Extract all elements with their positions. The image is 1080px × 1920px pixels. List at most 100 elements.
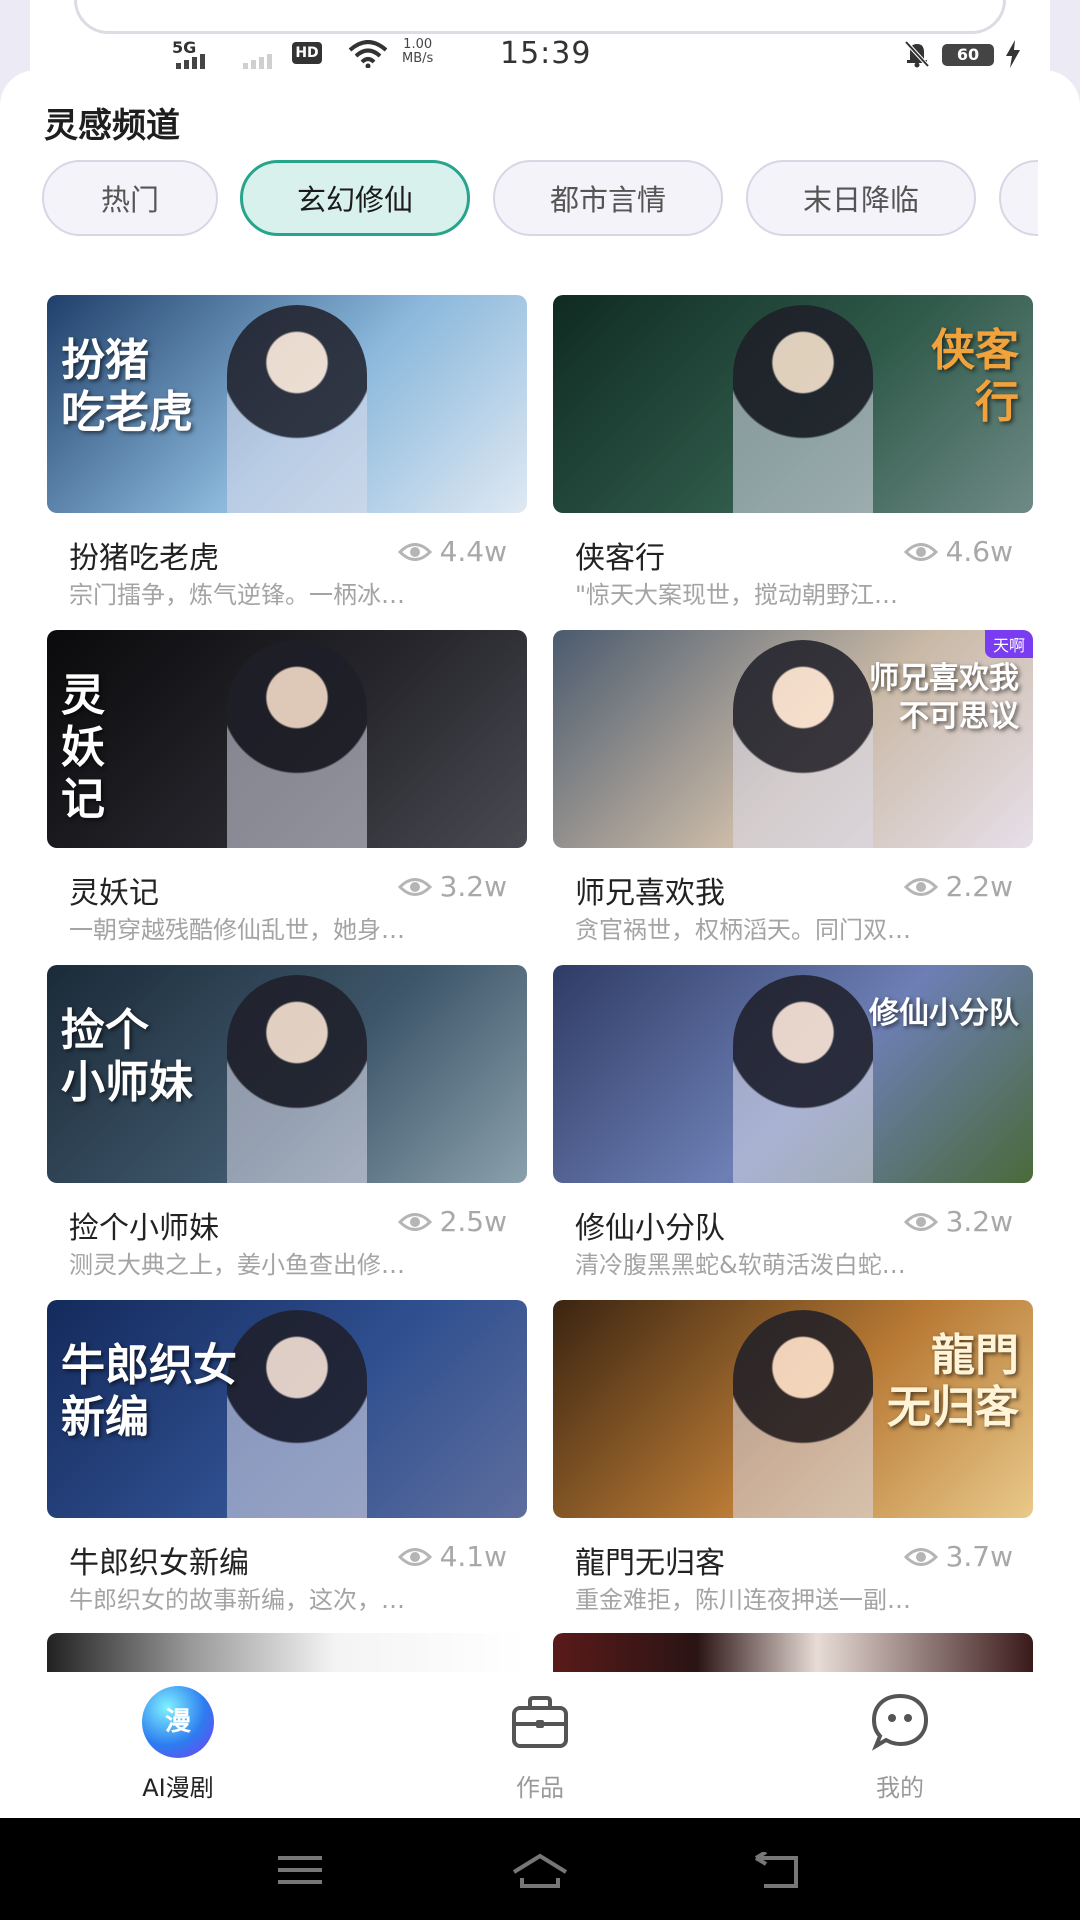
story-thumbnail[interactable]: 修仙小分队: [553, 965, 1033, 1183]
view-count: 2.2w: [903, 870, 1013, 903]
story-thumbnail[interactable]: 师兄喜欢我 不可思议 天啊: [553, 630, 1033, 848]
story-title: 师兄喜欢我: [575, 876, 725, 911]
thumbnail-title-art: 修仙小分队: [869, 996, 1019, 1031]
view-count-value: 3.7w: [945, 1540, 1013, 1573]
story-thumbnail[interactable]: 捡个 小师妹: [47, 965, 527, 1183]
view-count: 3.2w: [397, 870, 507, 903]
story-description: 一朝穿越残酷修仙乱世，她身…: [69, 916, 405, 944]
view-count: 3.2w: [903, 1205, 1013, 1238]
story-title: 修仙小分队: [575, 1211, 725, 1246]
view-count-value: 2.5w: [439, 1205, 507, 1238]
character-art: [733, 1310, 873, 1518]
story-thumbnail[interactable]: 牛郎织女 新编: [47, 1300, 527, 1518]
story-card[interactable]: 龍門 无归客龍門无归客 3.7w 重金难拒，陈川连夜押送一副…: [553, 1300, 1033, 1620]
hd-icon: HD: [292, 42, 322, 64]
eye-icon: [397, 1547, 432, 1566]
thumbnail-title-art: 牛郎织女 新编: [61, 1340, 237, 1443]
story-thumbnail[interactable]: 扮猪 吃老虎: [47, 295, 527, 513]
story-card[interactable]: 牛郎织女 新编 牛郎织女新编 4.1w 牛郎织女的故事新编，这次，…: [47, 1300, 527, 1620]
story-description: 重金难拒，陈川连夜押送一副…: [575, 1586, 911, 1614]
view-count: 4.6w: [903, 535, 1013, 568]
chat-face-icon: [800, 1686, 1000, 1758]
network-speed-unit: MB/s: [402, 51, 434, 66]
home-icon[interactable]: [510, 1852, 570, 1892]
story-card[interactable]: 扮猪 吃老虎 扮猪吃老虎 4.4w 宗门擂争，炼气逆锋。一柄冰…: [47, 295, 527, 615]
thumbnail-title-art: 龍門 无归客: [887, 1330, 1019, 1433]
view-count-value: 4.6w: [945, 535, 1013, 568]
story-thumbnail-peek: [47, 1633, 527, 1673]
back-icon[interactable]: [752, 1852, 804, 1892]
story-card[interactable]: 捡个 小师妹捡个小师妹 2.5w 测灵大典之上，姜小鱼查出修…: [47, 965, 527, 1285]
story-title: 侠客行: [575, 541, 665, 576]
bottom-navigation: 漫 AI漫剧 作品 我的: [0, 1672, 1080, 1818]
story-card[interactable]: 侠客 行侠客行 4.6w "惊天大案现世，搅动朝野江…: [553, 295, 1033, 615]
thumbnail-title-art: 师兄喜欢我 不可思议: [869, 661, 1019, 734]
category-tabs: 热门 玄幻修仙 都市言情 末日降临: [42, 160, 1038, 238]
story-description: 清冷腹黑黑蛇&软萌活泼白蛇…: [575, 1251, 906, 1279]
eye-icon: [397, 1212, 432, 1231]
story-description: 牛郎织女的故事新编，这次，…: [69, 1586, 405, 1614]
eye-icon: [397, 877, 432, 896]
thumbnail-title-art: 捡个 小师妹: [61, 1005, 193, 1108]
character-art: [227, 975, 367, 1183]
tab-hot[interactable]: 热门: [42, 160, 218, 236]
story-title: 捡个小师妹: [69, 1211, 219, 1246]
tab-apocalypse[interactable]: 末日降临: [746, 160, 976, 236]
story-title: 龍門无归客: [575, 1546, 725, 1581]
nav-mine[interactable]: 我的: [800, 1686, 1000, 1803]
story-thumbnail[interactable]: 龍門 无归客: [553, 1300, 1033, 1518]
background-search-bar: [74, 0, 1006, 34]
story-card-peek[interactable]: [47, 1633, 527, 1673]
character-art: [227, 305, 367, 513]
eye-icon: [397, 542, 432, 561]
tab-urban-romance[interactable]: 都市言情: [493, 160, 723, 236]
nav-label-mine: 我的: [876, 1774, 924, 1802]
eye-icon: [903, 1547, 938, 1566]
channel-title: 灵感频道: [44, 106, 180, 146]
tab-fantasy-cultivation[interactable]: 玄幻修仙: [240, 160, 470, 236]
story-card[interactable]: 修仙小分队 修仙小分队 3.2w 清冷腹黑黑蛇&软萌活泼白蛇…: [553, 965, 1033, 1285]
eye-icon: [903, 877, 938, 896]
thumbnail-title-art: 灵 妖 记: [61, 670, 105, 825]
view-count: 3.7w: [903, 1540, 1013, 1573]
eye-icon: [903, 542, 938, 561]
nav-ai-comic[interactable]: 漫 AI漫剧: [78, 1686, 278, 1803]
nav-label-ai-comic: AI漫剧: [142, 1774, 214, 1802]
menu-icon[interactable]: [276, 1852, 324, 1888]
view-count: 2.5w: [397, 1205, 507, 1238]
story-title: 扮猪吃老虎: [69, 541, 219, 576]
thumbnail-title-art: 侠客 行: [931, 325, 1019, 428]
view-count-value: 4.1w: [439, 1540, 507, 1573]
story-card[interactable]: 灵 妖 记灵妖记 3.2w 一朝穿越残酷修仙乱世，她身…: [47, 630, 527, 950]
clock: 15:39: [500, 36, 592, 71]
view-count-value: 2.2w: [945, 870, 1013, 903]
thumbnail-title-art: 扮猪 吃老虎: [61, 335, 193, 438]
nav-works[interactable]: 作品: [440, 1686, 640, 1803]
tab-more-partial[interactable]: [999, 160, 1038, 236]
story-description: "惊天大案现世，搅动朝野江…: [575, 581, 899, 609]
network-speed: 1.00 MB/s: [402, 38, 433, 66]
story-card[interactable]: 师兄喜欢我 不可思议 天啊师兄喜欢我 2.2w 贪官祸世，权柄滔天。同门双…: [553, 630, 1033, 950]
comic-logo-icon: 漫: [142, 1686, 214, 1758]
character-art: [733, 640, 873, 848]
briefcase-icon: [440, 1686, 640, 1758]
story-title: 灵妖记: [69, 876, 159, 911]
story-thumbnail[interactable]: 侠客 行: [553, 295, 1033, 513]
battery-level: 60: [942, 44, 994, 66]
signal-strength-sim2-icon: [243, 54, 272, 69]
character-art: [227, 640, 367, 848]
story-description: 宗门擂争，炼气逆锋。一柄冰…: [69, 581, 405, 609]
story-description: 测灵大典之上，姜小鱼查出修…: [69, 1251, 405, 1279]
character-art: [733, 975, 873, 1183]
story-description: 贪官祸世，权柄滔天。同门双…: [575, 916, 911, 944]
inspiration-sheet: 灵感频道 热门 玄幻修仙 都市言情 末日降临 扮猪 吃老虎 扮猪吃老虎 4.4w 宗门…: [0, 70, 1080, 1820]
story-card-peek[interactable]: [553, 1633, 1033, 1673]
system-navigation-bar: [0, 1818, 1080, 1920]
view-count-value: 3.2w: [945, 1205, 1013, 1238]
character-art: [227, 1310, 367, 1518]
character-art: [733, 305, 873, 513]
story-thumbnail[interactable]: 灵 妖 记: [47, 630, 527, 848]
signal-strength-icon: [176, 54, 205, 69]
nav-label-works: 作品: [516, 1774, 564, 1802]
eye-icon: [903, 1212, 938, 1231]
